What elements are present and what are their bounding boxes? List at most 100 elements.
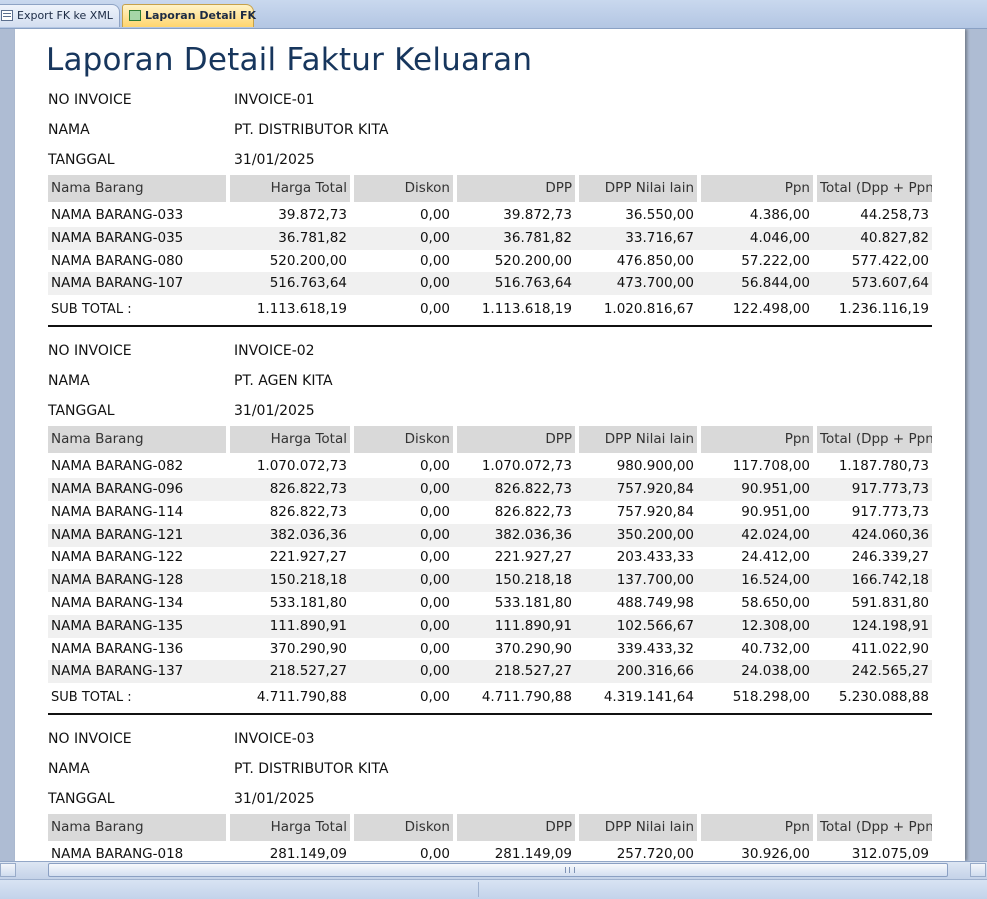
cell-dpp-nilai-lain: 350.200,00 <box>616 526 694 543</box>
cell-dpp: 1.070.072,73 <box>481 458 572 475</box>
cell-nama-barang: NAMA BARANG-107 <box>51 275 184 292</box>
cell-dpp-nilai-lain: 339.433,32 <box>616 640 694 657</box>
cell-dpp: 150.218,18 <box>494 572 572 589</box>
cell-total: 40.827,82 <box>860 229 929 246</box>
table-header-row: Nama Barang Harga Total Diskon DPP DPP Nilai… <box>48 175 932 202</box>
cell-dpp: 382.036,36 <box>494 526 572 543</box>
subtotal-harga-total: 4.711.790,88 <box>256 689 347 706</box>
cell-diskon: 0,00 <box>419 663 450 680</box>
table-row: NAMA BARANG-135 111.890,91 0,00 111.890,91 1… <box>48 614 932 638</box>
cell-dpp-nilai-lain: 257.720,00 <box>616 846 694 861</box>
grip-icon <box>565 867 575 873</box>
customer-name-value: PT. DISTRIBUTOR KITA <box>234 761 389 778</box>
cell-diskon: 0,00 <box>419 229 450 246</box>
column-header-total: Total (Dpp + Ppn) <box>817 426 932 454</box>
subtotal-label: SUB TOTAL : <box>51 302 132 318</box>
horizontal-scrollbar[interactable] <box>0 861 987 879</box>
cell-ppn: 4.386,00 <box>749 207 810 223</box>
cell-diskon: 0,00 <box>419 572 450 589</box>
scroll-right-button[interactable] <box>970 863 986 877</box>
cell-harga-total: 218.527,27 <box>269 663 347 680</box>
cell-nama-barang: NAMA BARANG-121 <box>51 526 184 543</box>
customer-name-value: PT. DISTRIBUTOR KITA <box>234 122 389 138</box>
table-row: NAMA BARANG-107 516.763,64 0,00 516.763,64 4… <box>48 272 932 296</box>
tab-laporan-detail-fk[interactable]: Laporan Detail FK <box>122 4 257 27</box>
column-header-ppn: Ppn <box>701 175 813 202</box>
cell-harga-total: 533.181,80 <box>269 595 347 611</box>
cell-total: 1.187.780,73 <box>838 458 929 475</box>
cell-ppn: 58.650,00 <box>741 595 810 611</box>
cell-dpp-nilai-lain: 36.550,00 <box>625 207 694 223</box>
report-icon <box>129 10 141 21</box>
invoice-number-value: INVOICE-02 <box>234 343 315 360</box>
invoice-number-label: NO INVOICE <box>48 731 132 748</box>
subtotal-row: SUB TOTAL : 1.113.618,19 0,00 1.113.618,19 1… <box>48 296 932 323</box>
column-header-harga-total: Harga Total <box>230 426 350 454</box>
column-header-dpp-nilai-lain: DPP Nilai lain <box>579 175 697 202</box>
cell-total: 424.060,36 <box>851 526 929 543</box>
invoice-date-label: TANGGAL <box>48 403 115 420</box>
customer-name-label: NAMA <box>48 761 90 778</box>
table-row: NAMA BARANG-035 36.781,82 0,00 36.781,82 33.… <box>48 226 932 250</box>
cell-total: 591.831,80 <box>851 595 929 611</box>
cell-nama-barang: NAMA BARANG-122 <box>51 549 184 566</box>
cell-dpp-nilai-lain: 200.316,66 <box>616 663 694 680</box>
invoice-number-value: INVOICE-03 <box>234 731 315 748</box>
cell-dpp: 281.149,09 <box>494 846 572 861</box>
subtotal-diskon: 0,00 <box>419 689 450 706</box>
cell-diskon: 0,00 <box>419 617 450 634</box>
invoice-number-value: INVOICE-01 <box>234 92 315 108</box>
scroll-left-button[interactable] <box>0 863 16 877</box>
cell-total: 124.198,91 <box>851 617 929 634</box>
column-header-diskon: Diskon <box>354 814 453 842</box>
cell-ppn: 24.412,00 <box>741 549 810 566</box>
cell-harga-total: 221.927,27 <box>269 549 347 566</box>
column-header-ppn: Ppn <box>701 814 813 842</box>
column-header-total: Total (Dpp + Ppn) <box>817 175 932 202</box>
cell-ppn: 90.951,00 <box>741 481 810 497</box>
cell-diskon: 0,00 <box>419 275 450 292</box>
report-title: Laporan Detail Faktur Keluaran <box>46 42 533 78</box>
table-row: NAMA BARANG-114 826.822,73 0,00 826.822,73 7… <box>48 501 932 524</box>
cell-nama-barang: NAMA BARANG-114 <box>51 503 184 520</box>
cell-dpp: 370.290,90 <box>494 640 572 657</box>
scrollbar-thumb[interactable] <box>48 863 948 877</box>
cell-total: 246.339,27 <box>851 549 929 566</box>
tab-label: Laporan Detail FK <box>145 9 257 22</box>
customer-name-label: NAMA <box>48 122 90 138</box>
status-bar <box>0 879 987 899</box>
column-header-total: Total (Dpp + Ppn) <box>817 814 932 842</box>
cell-diskon: 0,00 <box>419 846 450 861</box>
cell-total: 917.773,73 <box>851 503 929 520</box>
cell-total: 577.422,00 <box>851 252 929 269</box>
cell-dpp-nilai-lain: 473.700,00 <box>616 275 694 292</box>
cell-nama-barang: NAMA BARANG-080 <box>51 252 184 269</box>
table-header-row: Nama Barang Harga Total Diskon DPP DPP Nilai… <box>48 426 932 454</box>
cell-ppn: 57.222,00 <box>741 252 810 269</box>
subtotal-total: 5.230.088,88 <box>838 689 929 706</box>
invoice-number-label: NO INVOICE <box>48 92 132 108</box>
cell-diskon: 0,00 <box>419 595 450 611</box>
cell-total: 44.258,73 <box>860 207 929 223</box>
cell-total: 166.742,18 <box>851 572 929 589</box>
cell-dpp-nilai-lain: 203.433,33 <box>616 549 694 566</box>
cell-dpp: 826.822,73 <box>494 503 572 520</box>
column-header-nama-barang: Nama Barang <box>48 175 226 202</box>
cell-dpp-nilai-lain: 757.920,84 <box>616 481 694 497</box>
tab-export-fk-ke-xml[interactable]: Export FK ke XML <box>0 4 120 27</box>
subtotal-dpp: 4.711.790,88 <box>481 689 572 706</box>
cell-nama-barang: NAMA BARANG-137 <box>51 663 184 680</box>
cell-harga-total: 826.822,73 <box>269 481 347 497</box>
cell-harga-total: 516.763,64 <box>269 275 347 292</box>
cell-dpp: 533.181,80 <box>494 595 572 611</box>
table-row: NAMA BARANG-096 826.822,73 0,00 826.822,73 7… <box>48 478 932 501</box>
table-header-row: Nama Barang Harga Total Diskon DPP DPP Nilai… <box>48 814 932 842</box>
cell-harga-total: 281.149,09 <box>269 846 347 861</box>
report-viewport[interactable]: Laporan Detail Faktur Keluaran NO INVOIC… <box>0 29 987 861</box>
table-row: NAMA BARANG-082 1.070.072,73 0,00 1.070.072… <box>48 455 932 478</box>
column-header-harga-total: Harga Total <box>230 814 350 842</box>
cell-nama-barang: NAMA BARANG-082 <box>51 458 184 475</box>
cell-ppn: 4.046,00 <box>749 229 810 246</box>
cell-harga-total: 382.036,36 <box>269 526 347 543</box>
customer-name-value: PT. AGEN KITA <box>234 373 333 390</box>
